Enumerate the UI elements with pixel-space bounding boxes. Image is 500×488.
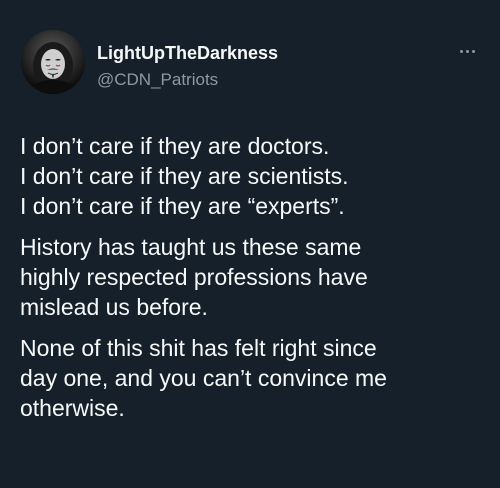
tweet-paragraph-2: History has taught us these same highly … bbox=[20, 232, 485, 322]
tweet-line: I don’t care if they are doctors. bbox=[20, 133, 330, 159]
user-handle[interactable]: @CDN_Patriots bbox=[97, 70, 218, 90]
display-name[interactable]: LightUpTheDarkness bbox=[97, 43, 278, 64]
more-options-icon[interactable] bbox=[454, 40, 480, 62]
tweet-line: History has taught us these same bbox=[20, 234, 362, 260]
tweet-line: day one, and you can’t convince me bbox=[20, 365, 387, 391]
tweet-line: None of this shit has felt right since bbox=[20, 335, 377, 361]
tweet-line: highly respected professions have bbox=[20, 264, 368, 290]
tweet-line: otherwise. bbox=[20, 395, 125, 421]
tweet-text: I don’t care if they are doctors. I don’… bbox=[20, 131, 485, 434]
tweet-paragraph-3: None of this shit has felt right since d… bbox=[20, 333, 485, 423]
tweet-paragraph-1: I don’t care if they are doctors. I don’… bbox=[20, 131, 485, 221]
tweet-line: mislead us before. bbox=[20, 294, 208, 320]
tweet-line: I don’t care if they are scientists. bbox=[20, 163, 349, 189]
tweet-line: I don’t care if they are “experts”. bbox=[20, 193, 345, 219]
tweet-card: LightUpTheDarkness @CDN_Patriots I don’t… bbox=[0, 0, 500, 488]
masked-face-avatar-icon[interactable] bbox=[21, 30, 85, 94]
